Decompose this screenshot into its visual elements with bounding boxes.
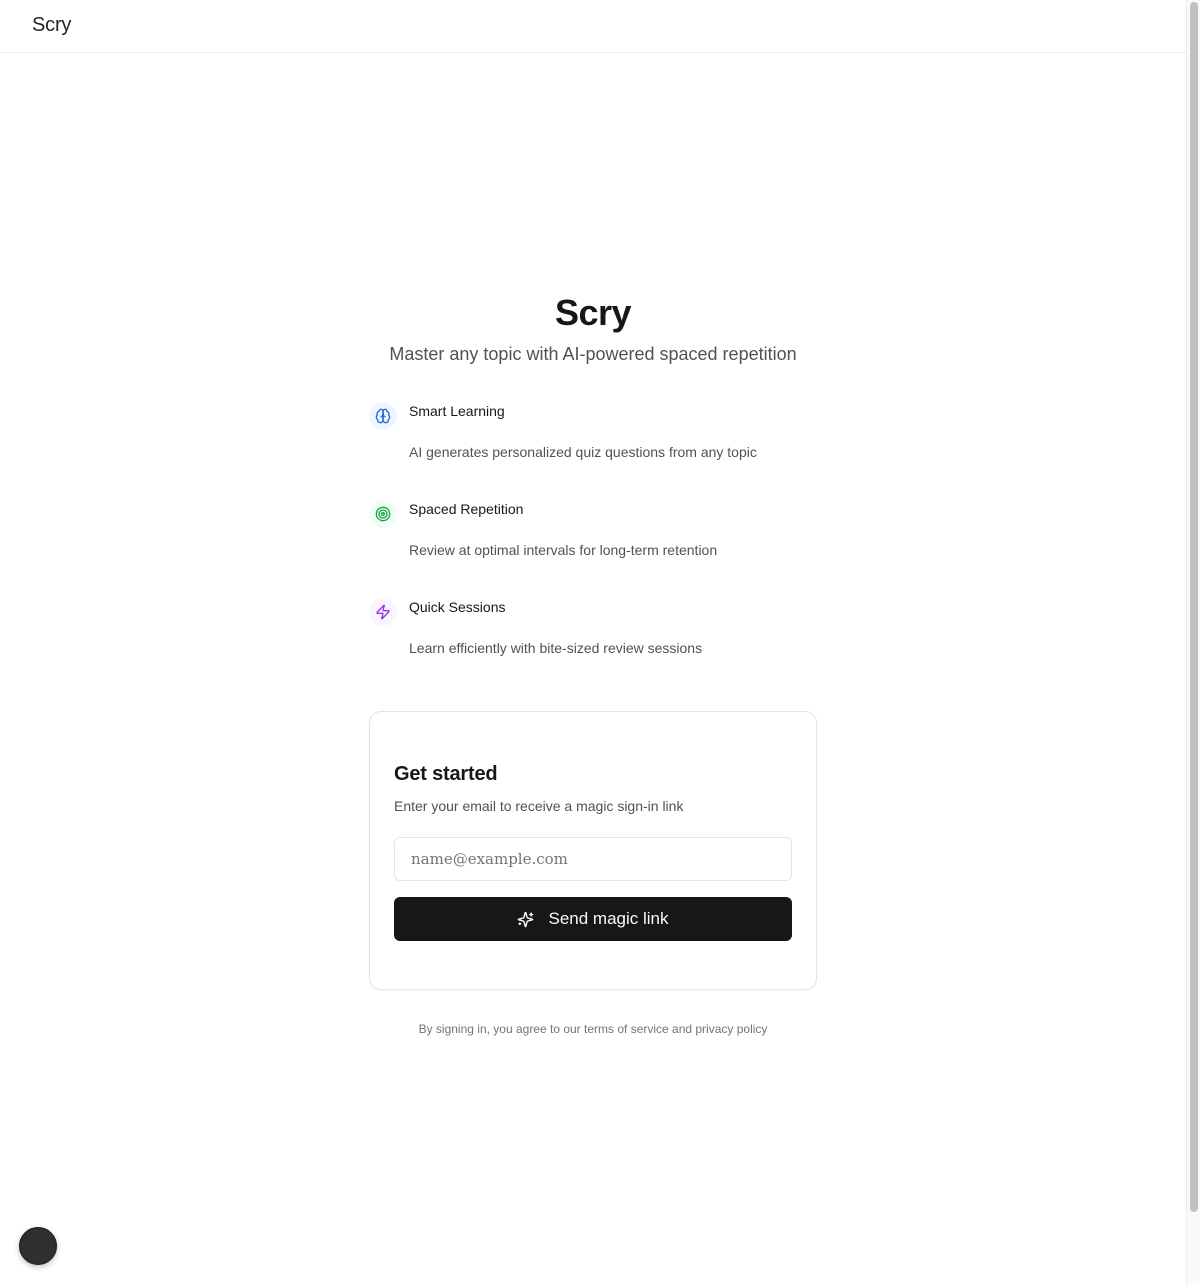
send-magic-link-label: Send magic link bbox=[548, 909, 669, 928]
features-list: Smart Learning AI generates personalized… bbox=[369, 402, 817, 696]
hero-subtitle: Master any topic with AI-powered spaced … bbox=[389, 344, 797, 364]
brand-logo-link[interactable]: Scry bbox=[32, 14, 71, 37]
feature-title: Quick Sessions bbox=[409, 599, 506, 615]
page: Scry Scry Master any topic with AI-power… bbox=[0, 0, 1200, 1284]
feature-title: Spaced Repetition bbox=[409, 501, 524, 517]
signin-card: Get started Enter your email to receive … bbox=[369, 711, 817, 990]
send-magic-link-button[interactable]: Send magic link bbox=[394, 897, 792, 941]
feature-smart-learning: Smart Learning AI generates personalized… bbox=[369, 402, 817, 500]
feature-title: Smart Learning bbox=[409, 403, 505, 419]
vertical-scrollbar[interactable] bbox=[1186, 0, 1200, 1284]
target-icon bbox=[369, 500, 397, 528]
scrollbar-thumb[interactable] bbox=[1190, 2, 1198, 1212]
feature-spaced-repetition: Spaced Repetition Review at optimal inte… bbox=[369, 500, 817, 598]
floating-dev-tools-button[interactable] bbox=[19, 1227, 57, 1265]
signin-card-title: Get started bbox=[394, 763, 498, 785]
top-nav-bar: Scry bbox=[0, 0, 1186, 53]
feature-quick-sessions: Quick Sessions Learn efficiently with bi… bbox=[369, 598, 817, 696]
legal-notice: By signing in, you agree to our terms of… bbox=[418, 1022, 768, 1036]
email-input[interactable] bbox=[394, 837, 792, 881]
feature-description: AI generates personalized quiz questions… bbox=[409, 444, 757, 460]
hero-title: Scry bbox=[554, 292, 632, 333]
zap-icon bbox=[369, 598, 397, 626]
sparkles-icon bbox=[517, 911, 534, 928]
feature-description: Learn efficiently with bite-sized review… bbox=[409, 640, 703, 656]
brain-icon bbox=[369, 402, 397, 430]
signin-card-description: Enter your email to receive a magic sign… bbox=[394, 798, 684, 814]
feature-description: Review at optimal intervals for long-ter… bbox=[409, 542, 718, 558]
